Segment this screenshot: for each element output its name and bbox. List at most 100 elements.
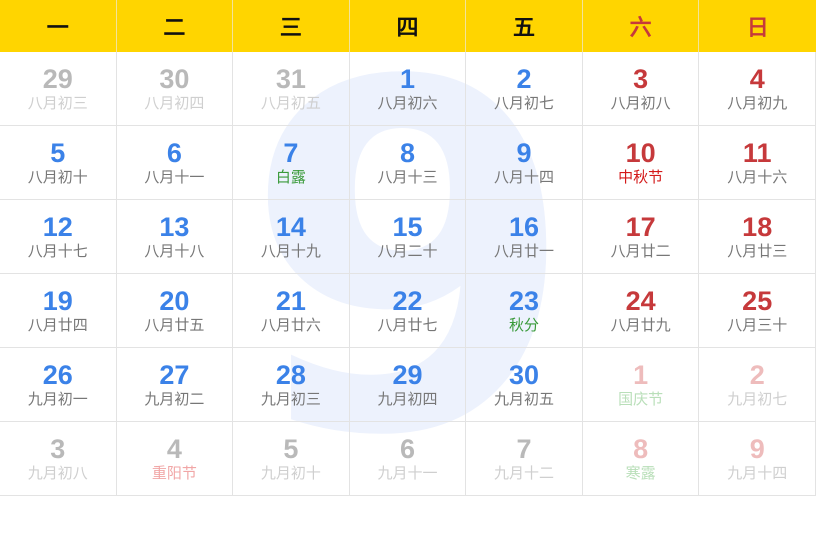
day-cell[interactable]: 18 八月廿三 bbox=[699, 200, 816, 274]
day-cell[interactable]: 17 八月廿二 bbox=[582, 200, 700, 274]
day-cell[interactable]: 12 八月十七 bbox=[0, 200, 117, 274]
weekday-wednesday: 三 bbox=[233, 0, 350, 52]
day-cell[interactable]: 9 九月十四 bbox=[699, 422, 816, 496]
day-cell[interactable]: 24 八月廿九 bbox=[582, 274, 700, 348]
day-cell[interactable]: 31 八月初五 bbox=[233, 52, 350, 126]
day-number: 11 bbox=[742, 138, 772, 168]
day-number: 17 bbox=[625, 212, 656, 242]
day-number: 9 bbox=[749, 434, 765, 464]
day-cell[interactable]: 23 秋分 bbox=[466, 274, 583, 348]
weekday-monday: 一 bbox=[0, 0, 117, 52]
lunar-date: 八月廿七 bbox=[377, 317, 438, 334]
day-cell[interactable]: 2 八月初七 bbox=[466, 52, 583, 126]
day-cell[interactable]: 1 国庆节 bbox=[582, 348, 700, 422]
weekday-header: 一 二 三 四 五 六 日 bbox=[0, 0, 816, 52]
lunar-date: 九月初三 bbox=[260, 391, 321, 408]
day-number: 8 bbox=[399, 138, 415, 168]
day-cell[interactable]: 7 九月十二 bbox=[466, 422, 583, 496]
day-cell[interactable]: 22 八月廿七 bbox=[349, 274, 467, 348]
day-number: 29 bbox=[42, 64, 73, 94]
day-cell[interactable]: 6 八月十一 bbox=[116, 126, 234, 200]
day-cell[interactable]: 15 八月二十 bbox=[349, 200, 467, 274]
lunar-date: 八月十七 bbox=[27, 243, 88, 260]
day-cell[interactable]: 3 八月初八 bbox=[582, 52, 700, 126]
day-cell[interactable]: 4 八月初九 bbox=[699, 52, 816, 126]
day-cell[interactable]: 25 八月三十 bbox=[699, 274, 816, 348]
day-cell[interactable]: 5 九月初十 bbox=[233, 422, 350, 496]
day-cell[interactable]: 30 九月初五 bbox=[466, 348, 583, 422]
day-number: 7 bbox=[516, 434, 532, 464]
day-number: 25 bbox=[742, 286, 773, 316]
day-cell[interactable]: 13 八月十八 bbox=[116, 200, 234, 274]
day-number: 6 bbox=[166, 138, 182, 168]
day-cell[interactable]: 30 八月初四 bbox=[116, 52, 234, 126]
day-number: 3 bbox=[633, 64, 649, 94]
lunar-date: 八月十一 bbox=[144, 169, 205, 186]
day-number: 13 bbox=[159, 212, 190, 242]
lunar-date: 九月初二 bbox=[144, 391, 205, 408]
day-number: 21 bbox=[275, 286, 306, 316]
lunar-date: 九月初十 bbox=[260, 465, 321, 482]
day-number: 23 bbox=[509, 286, 540, 316]
day-number: 4 bbox=[749, 64, 765, 94]
day-grid: 9 29 八月初三 30 八月初四 31 八月初五 1 八月初六 2 八月初七 3 八月初八… bbox=[0, 22, 816, 502]
day-number: 6 bbox=[399, 434, 415, 464]
day-number: 4 bbox=[166, 434, 182, 464]
day-cell[interactable]: 11 八月十六 bbox=[699, 126, 816, 200]
day-cell[interactable]: 14 八月十九 bbox=[233, 200, 350, 274]
day-cell[interactable]: 29 九月初四 bbox=[349, 348, 467, 422]
lunar-date: 八月十四 bbox=[494, 169, 555, 186]
day-cell[interactable]: 19 八月廿四 bbox=[0, 274, 117, 348]
lunar-date: 八月初七 bbox=[494, 95, 555, 112]
day-cell[interactable]: 1 八月初六 bbox=[349, 52, 467, 126]
lunar-date: 九月十四 bbox=[727, 465, 788, 482]
day-number: 2 bbox=[516, 64, 532, 94]
lunar-date: 九月初七 bbox=[727, 391, 788, 408]
day-number: 12 bbox=[42, 212, 73, 242]
day-cell[interactable]: 28 九月初三 bbox=[233, 348, 350, 422]
lunar-date: 八月廿六 bbox=[260, 317, 321, 334]
day-cell[interactable]: 8 寒露 bbox=[582, 422, 700, 496]
lunar-date: 八月十六 bbox=[727, 169, 788, 186]
lunar-date: 八月初六 bbox=[377, 95, 438, 112]
day-cell[interactable]: 8 八月十三 bbox=[349, 126, 467, 200]
lunar-date: 八月廿三 bbox=[727, 243, 788, 260]
weekday-friday: 五 bbox=[466, 0, 583, 52]
day-cell[interactable]: 16 八月廿一 bbox=[466, 200, 583, 274]
day-cell[interactable]: 7 白露 bbox=[233, 126, 350, 200]
day-number: 2 bbox=[749, 360, 765, 390]
lunar-date: 八月初三 bbox=[27, 95, 88, 112]
day-number: 10 bbox=[625, 138, 656, 168]
day-number: 29 bbox=[392, 360, 423, 390]
lunar-date: 九月十一 bbox=[377, 465, 438, 482]
weekday-sunday: 日 bbox=[746, 15, 769, 40]
day-cell[interactable]: 29 八月初三 bbox=[0, 52, 117, 126]
day-number: 1 bbox=[633, 360, 649, 390]
day-cell[interactable]: 20 八月廿五 bbox=[116, 274, 234, 348]
festival-label: 重阳节 bbox=[151, 465, 197, 482]
day-number: 16 bbox=[509, 212, 540, 242]
day-number: 1 bbox=[399, 64, 415, 94]
lunar-date: 九月初五 bbox=[494, 391, 555, 408]
lunar-date: 八月二十 bbox=[377, 243, 438, 260]
day-number: 19 bbox=[42, 286, 73, 316]
day-number: 18 bbox=[742, 212, 773, 242]
lunar-date: 九月初一 bbox=[27, 391, 88, 408]
day-cell[interactable]: 5 八月初十 bbox=[0, 126, 117, 200]
day-cell[interactable]: 9 八月十四 bbox=[466, 126, 583, 200]
day-number: 24 bbox=[625, 286, 656, 316]
day-number: 27 bbox=[159, 360, 190, 390]
day-cell[interactable]: 21 八月廿六 bbox=[233, 274, 350, 348]
lunar-date: 八月十三 bbox=[377, 169, 438, 186]
day-cell[interactable]: 26 九月初一 bbox=[0, 348, 117, 422]
day-cell[interactable]: 27 九月初二 bbox=[116, 348, 234, 422]
month-calendar: 一 二 三 四 五 六 日 9 29 八月初三 30 八月初四 31 八月初五 1 八月… bbox=[0, 0, 816, 502]
lunar-date: 九月十二 bbox=[494, 465, 555, 482]
lunar-date: 八月初十 bbox=[27, 169, 88, 186]
lunar-date: 八月三十 bbox=[727, 317, 788, 334]
day-cell[interactable]: 10 中秋节 bbox=[582, 126, 700, 200]
day-cell[interactable]: 3 九月初八 bbox=[0, 422, 117, 496]
day-cell[interactable]: 4 重阳节 bbox=[116, 422, 234, 496]
day-cell[interactable]: 6 九月十一 bbox=[349, 422, 467, 496]
day-cell[interactable]: 2 九月初七 bbox=[699, 348, 816, 422]
